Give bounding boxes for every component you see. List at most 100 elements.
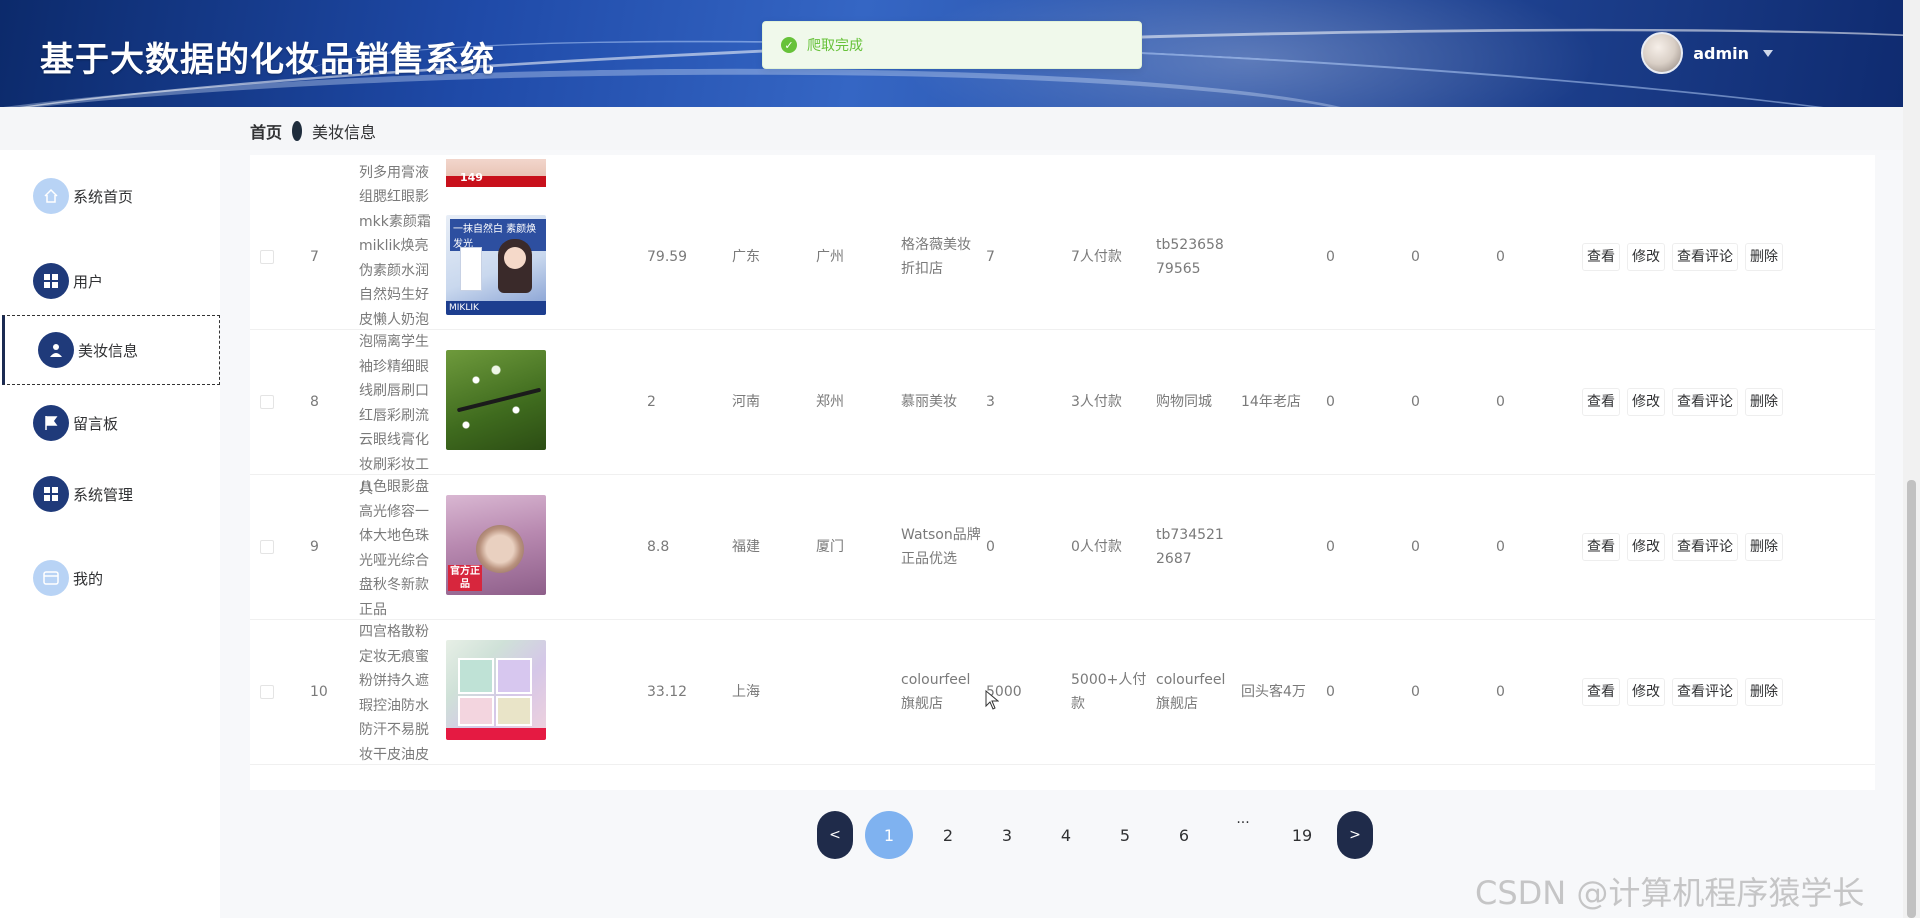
province: 广东: [732, 249, 760, 265]
powder-quad: [458, 658, 494, 694]
product-name: 八色眼影盘高光修容一体大地色珠光哑光综合盘秋冬新款正品: [359, 479, 429, 618]
person-icon: [38, 332, 74, 368]
wallet-icon: [33, 560, 69, 596]
image-footer: [446, 728, 546, 740]
view-button[interactable]: 查看: [1582, 243, 1620, 271]
product-bottle: [460, 247, 482, 291]
delete-button[interactable]: 删除: [1745, 243, 1783, 271]
shop-id: 购物同城: [1156, 394, 1212, 410]
sales: 7: [986, 249, 995, 265]
row-index: 7: [310, 249, 319, 265]
success-toast: ✓ 爬取完成: [762, 21, 1142, 69]
next-page-button[interactable]: >: [1337, 811, 1373, 859]
view-button[interactable]: 查看: [1582, 678, 1620, 706]
row-checkbox[interactable]: [260, 540, 274, 554]
page-2-button[interactable]: 2: [924, 811, 972, 859]
price: 2: [647, 394, 656, 410]
edit-button[interactable]: 修改: [1627, 388, 1665, 416]
price: 33.12: [647, 684, 688, 700]
row-checkbox[interactable]: [260, 395, 274, 409]
image-brand: MIKLIK: [446, 301, 546, 315]
row-index: 10: [310, 684, 328, 700]
shop-name: 格洛薇美妆折扣店: [901, 237, 971, 277]
delete-button[interactable]: 删除: [1745, 388, 1783, 416]
view-comments-button[interactable]: 查看评论: [1672, 388, 1738, 416]
buyers: 5000+人付款: [1071, 672, 1147, 712]
view-button[interactable]: 查看: [1582, 388, 1620, 416]
count-b: 0: [1411, 539, 1420, 555]
province: 上海: [732, 684, 760, 700]
product-image: 一抹自然白 素颜焕发光 MIKLIK: [446, 215, 546, 315]
table-row[interactable]: 7 组腮红眼影mkk素颜霜miklik焕亮伪素颜水润自然妈生好皮懒人奶泡 一抹自…: [250, 185, 1875, 330]
mouse-cursor-icon: [985, 690, 999, 710]
edit-button[interactable]: 修改: [1627, 243, 1665, 271]
price-badge: 149: [460, 171, 483, 184]
view-comments-button[interactable]: 查看评论: [1672, 243, 1738, 271]
user-name[interactable]: admin: [1693, 44, 1749, 63]
sidebar-item-system[interactable]: 系统管理: [0, 459, 220, 529]
flag-icon: [33, 405, 69, 441]
count-c: 0: [1496, 249, 1505, 265]
page-6-button[interactable]: 6: [1160, 811, 1208, 859]
breadcrumb: 首页 美妆信息: [250, 119, 376, 143]
sidebar-item-messages[interactable]: 留言板: [0, 388, 220, 458]
count-c: 0: [1496, 394, 1505, 410]
row-checkbox[interactable]: [260, 685, 274, 699]
sidebar: 系统首页 用户 美妆信息 留言板 系统管理 我的: [0, 150, 220, 918]
row-index: 8: [310, 394, 319, 410]
page-3-button[interactable]: 3: [983, 811, 1031, 859]
shop-id: tb7345212687: [1156, 527, 1224, 567]
delete-button[interactable]: 删除: [1745, 678, 1783, 706]
product-image: 官方正品: [446, 495, 546, 595]
table-row[interactable]: 8 泡隔离学生袖珍精细眼线刷唇刷口红唇彩刷流云眼线膏化妆刷彩妆工具 2 河南 郑…: [250, 330, 1875, 497]
view-comments-button[interactable]: 查看评论: [1672, 533, 1738, 561]
view-comments-button[interactable]: 查看评论: [1672, 678, 1738, 706]
buyers: 0人付款: [1071, 539, 1122, 555]
delete-button[interactable]: 删除: [1745, 533, 1783, 561]
page-4-button[interactable]: 4: [1042, 811, 1090, 859]
row-index: 9: [310, 539, 319, 555]
count-b: 0: [1411, 684, 1420, 700]
user-menu[interactable]: admin: [1641, 32, 1773, 74]
prev-page-button[interactable]: <: [817, 811, 853, 859]
row-checkbox[interactable]: [260, 250, 274, 264]
view-button[interactable]: 查看: [1582, 533, 1620, 561]
product-name: 组腮红眼影mkk素颜霜miklik焕亮伪素颜水润自然妈生好皮懒人奶泡: [359, 189, 431, 328]
count-a: 0: [1326, 684, 1335, 700]
count-a: 0: [1326, 394, 1335, 410]
sidebar-item-home[interactable]: 系统首页: [0, 161, 220, 231]
toast-message: 爬取完成: [807, 38, 863, 54]
city: 郑州: [816, 394, 844, 410]
breadcrumb-home[interactable]: 首页: [250, 119, 282, 143]
home-icon: [33, 178, 69, 214]
sidebar-item-cosmetics[interactable]: 美妆信息: [2, 315, 220, 385]
sales: 3: [986, 394, 995, 410]
powder-quad: [458, 696, 494, 726]
count-b: 0: [1411, 249, 1420, 265]
watermark: CSDN @计算机程序猿学长: [1475, 874, 1865, 912]
page-1-button[interactable]: 1: [865, 811, 913, 859]
page-19-button[interactable]: 19: [1278, 811, 1326, 859]
edit-button[interactable]: 修改: [1627, 678, 1665, 706]
page-scrollbar[interactable]: [1903, 0, 1920, 918]
shop-name: 慕丽美妆: [901, 394, 957, 410]
price: 8.8: [647, 539, 670, 555]
city: 厦门: [816, 539, 844, 555]
caret-down-icon[interactable]: [1763, 49, 1773, 57]
product-name: 四宫格散粉定妆无痕蜜粉饼持久遮瑕控油防水防汗不易脱妆干皮油皮: [359, 624, 429, 763]
table-row[interactable]: 9 八色眼影盘高光修容一体大地色珠光哑光综合盘秋冬新款正品 官方正品 8.8 福…: [250, 475, 1875, 620]
price: 79.59: [647, 249, 688, 265]
edit-button[interactable]: 修改: [1627, 533, 1665, 561]
brush-silhouette: [456, 387, 542, 413]
count-b: 0: [1411, 394, 1420, 410]
sidebar-item-profile[interactable]: 我的: [0, 543, 220, 613]
sidebar-item-users[interactable]: 用户: [0, 246, 220, 316]
table-row[interactable]: 10 四宫格散粉定妆无痕蜜粉饼持久遮瑕控油防水防汗不易脱妆干皮油皮 33.12 …: [250, 620, 1875, 765]
count-c: 0: [1496, 684, 1505, 700]
avatar[interactable]: [1641, 32, 1684, 74]
page-ellipsis[interactable]: ···: [1219, 811, 1267, 859]
breadcrumb-separator-icon: [292, 121, 303, 141]
scrollbar-thumb[interactable]: [1907, 480, 1916, 918]
page-5-button[interactable]: 5: [1101, 811, 1149, 859]
sidebar-item-label: 我的: [73, 569, 104, 588]
